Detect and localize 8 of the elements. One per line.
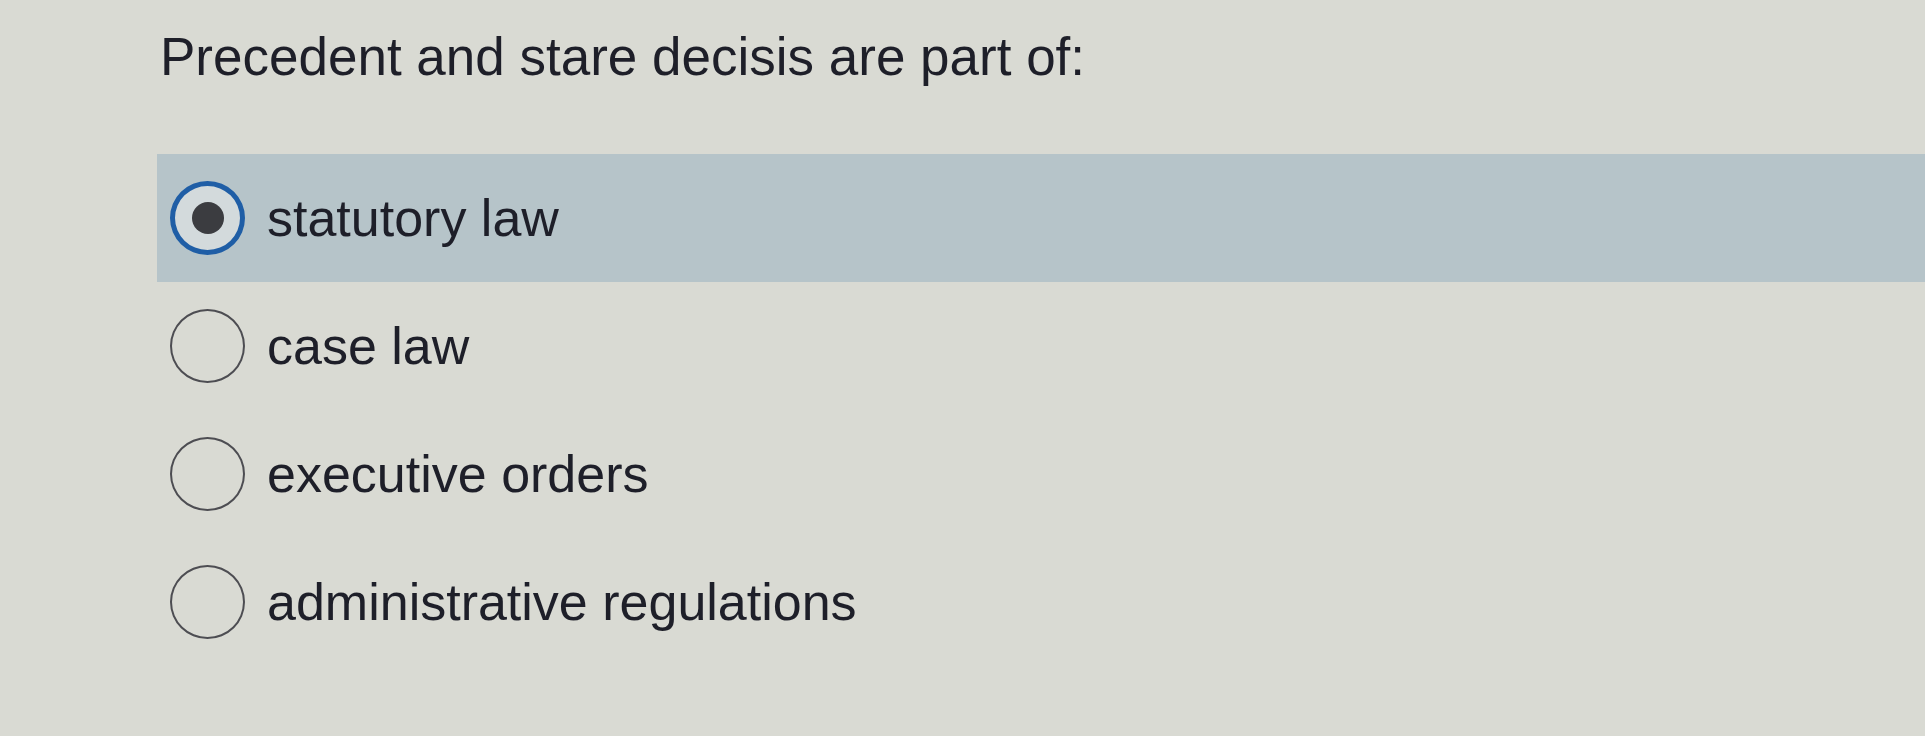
answer-option[interactable]: executive orders xyxy=(157,410,1925,538)
radio-button[interactable] xyxy=(170,309,245,383)
radio-button[interactable] xyxy=(170,565,245,639)
question-text: Precedent and stare decisis are part of: xyxy=(160,26,1087,88)
answer-option[interactable]: administrative regulations xyxy=(157,538,1925,666)
radio-button[interactable] xyxy=(170,437,245,511)
answer-option[interactable]: case law xyxy=(157,282,1925,410)
answer-option[interactable]: statutory law xyxy=(157,154,1925,282)
